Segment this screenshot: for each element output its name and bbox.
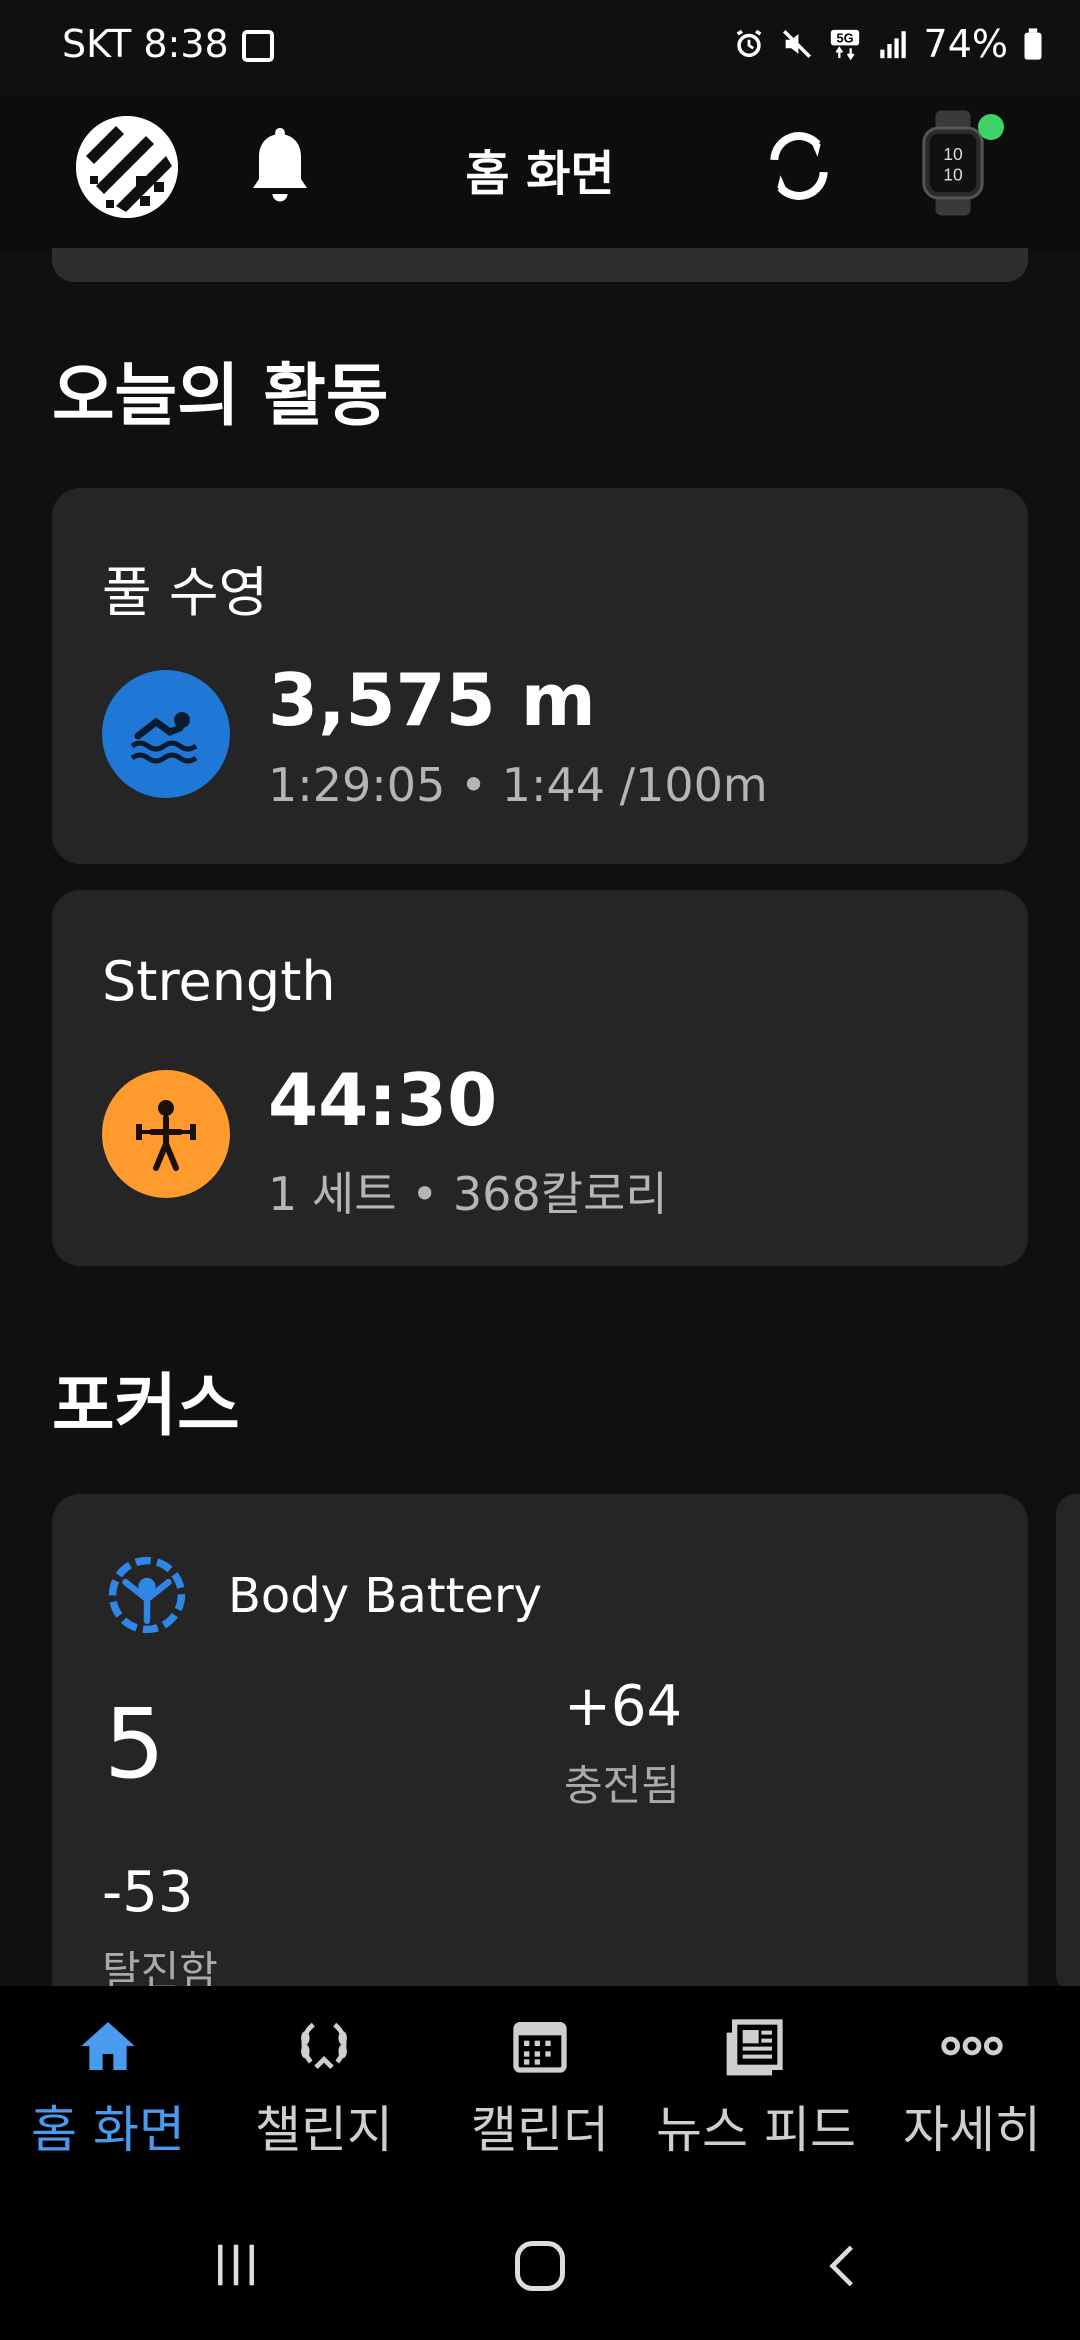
svg-text:10: 10	[943, 144, 963, 164]
nav-label: 챌린지	[255, 2101, 393, 2159]
mute-icon	[782, 29, 811, 59]
battery-icon	[1024, 28, 1042, 60]
next-focus-card-peek[interactable]	[1056, 1494, 1080, 1994]
carrier-time: SKT 8:38	[62, 22, 229, 66]
alarm-icon	[736, 29, 761, 58]
activity-title: Strength	[102, 950, 336, 1013]
battery-percent: 74%	[923, 22, 1008, 66]
app-header: 홈 화면 10 10	[0, 96, 1080, 252]
newsfeed-icon	[726, 2019, 783, 2076]
more-icon	[941, 2036, 1003, 2056]
status-bar: SKT 8:38 5G 74%	[0, 0, 1080, 96]
status-icons: 5G 74%	[732, 22, 1044, 66]
system-navigation-bar	[0, 2186, 1080, 2340]
body-battery-icon	[108, 1556, 186, 1634]
nav-label: 자세히	[903, 2101, 1041, 2159]
home-icon	[81, 2022, 135, 2070]
nav-item-home[interactable]: 홈 화면	[0, 1986, 216, 2186]
weightlifting-icon	[102, 1070, 230, 1198]
activity-value: 3,575 m	[268, 658, 596, 742]
5g-icon: 5G	[830, 29, 859, 61]
swimming-icon	[102, 670, 230, 798]
laurel-icon	[301, 2022, 347, 2070]
recent-apps-icon[interactable]	[208, 2238, 264, 2292]
todays-activity-heading: 오늘의 활동	[52, 357, 389, 436]
charged-label: 충전됨	[564, 1761, 680, 1810]
activity-value: 44:30	[268, 1058, 498, 1142]
connected-status-dot	[978, 114, 1004, 140]
back-button-icon[interactable]	[818, 2236, 868, 2296]
nav-item-more[interactable]: 자세히	[864, 1986, 1080, 2186]
gallery-notification-icon	[242, 30, 274, 62]
activity-title: 풀 수영	[102, 561, 269, 624]
bottom-navigation: 홈 화면 챌린지 캘린더 뉴스 피드 자세히	[0, 1986, 1080, 2186]
nav-label: 뉴스 피드	[656, 2101, 856, 2159]
signal-icon	[879, 31, 906, 59]
body-battery-title: Body Battery	[228, 1568, 543, 1624]
drained-value: -53	[102, 1860, 194, 1925]
body-battery-card[interactable]: Body Battery 5 +64 충전됨 -53 탈진함	[52, 1494, 1028, 2014]
body-battery-current: 5	[104, 1688, 166, 1800]
home-button-icon[interactable]	[510, 2236, 570, 2296]
sync-icon[interactable]	[762, 116, 836, 216]
nav-label: 캘린더	[471, 2101, 609, 2159]
nav-label: 홈 화면	[31, 2101, 185, 2159]
activity-detail: 1:29:05 • 1:44 /100m	[268, 758, 768, 812]
focus-heading: 포커스	[52, 1367, 240, 1446]
previous-card-edge	[52, 248, 1028, 282]
nav-item-calendar[interactable]: 캘린더	[432, 1986, 648, 2186]
charged-value: +64	[564, 1674, 683, 1739]
calendar-icon	[513, 2022, 567, 2073]
svg-text:5G: 5G	[836, 31, 853, 46]
activity-card-strength[interactable]: Strength 44:30 1 세트 • 368칼로리	[52, 890, 1028, 1266]
nav-item-newsfeed[interactable]: 뉴스 피드	[648, 1986, 864, 2186]
activity-card-swim[interactable]: 풀 수영 3,575 m 1:29:05 • 1:44 /100m	[52, 488, 1028, 864]
activity-detail: 1 세트 • 368칼로리	[268, 1167, 668, 1221]
nav-item-challenges[interactable]: 챌린지	[216, 1986, 432, 2186]
svg-text:10: 10	[943, 165, 963, 185]
